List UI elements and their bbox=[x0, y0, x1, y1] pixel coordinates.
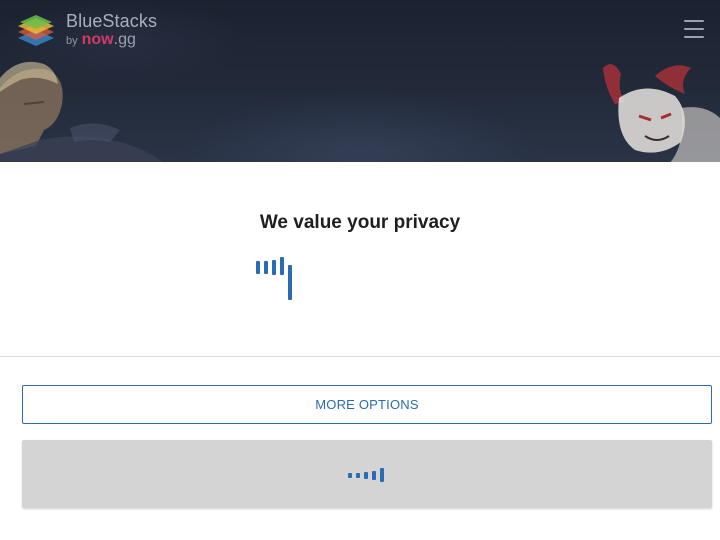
logo-brand-text: BlueStacks bbox=[66, 11, 158, 31]
loading-spinner-icon bbox=[256, 257, 296, 301]
logo-gg-text: .gg bbox=[113, 31, 136, 48]
spinner-bar bbox=[280, 257, 284, 275]
logo-now-text: now bbox=[81, 31, 114, 48]
spinner-bar bbox=[380, 468, 384, 482]
bluestacks-logo[interactable]: BlueStacks by now.gg bbox=[14, 10, 157, 50]
logo-by-text: by bbox=[66, 35, 78, 47]
menu-line bbox=[684, 28, 704, 30]
menu-line bbox=[684, 36, 704, 38]
bluestacks-logo-icon bbox=[18, 15, 54, 46]
spinner-bar bbox=[288, 265, 292, 300]
more-options-button[interactable]: MORE OPTIONS bbox=[22, 385, 712, 424]
hamburger-menu-icon[interactable] bbox=[684, 20, 704, 38]
hero-character-left-image bbox=[0, 61, 163, 162]
accept-button-loading[interactable] bbox=[22, 440, 712, 508]
header-banner: BlueStacks by now.gg bbox=[0, 0, 720, 162]
spinner-bar bbox=[256, 261, 260, 274]
page: BlueStacks by now.gg We value your privac… bbox=[0, 0, 720, 540]
privacy-title: We value your privacy bbox=[259, 212, 461, 233]
spinner-bar bbox=[348, 473, 352, 478]
spinner-bar bbox=[372, 471, 376, 480]
hero-character-right-image bbox=[603, 64, 720, 162]
spinner-bar bbox=[356, 473, 360, 478]
spinner-bar bbox=[364, 472, 368, 479]
logo-subtitle: by now.gg bbox=[66, 32, 157, 48]
spinner-bar bbox=[272, 260, 276, 275]
spinner-bar bbox=[264, 261, 268, 274]
menu-line bbox=[684, 20, 704, 22]
section-divider bbox=[0, 356, 720, 357]
loading-spinner-icon bbox=[348, 466, 386, 482]
